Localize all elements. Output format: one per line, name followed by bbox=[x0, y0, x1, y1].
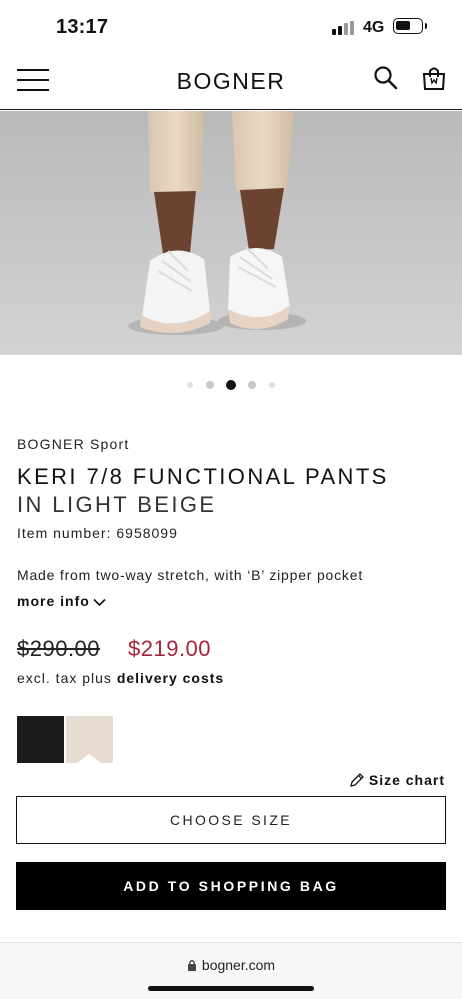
browser-address-bar: bogner.com bbox=[0, 942, 462, 999]
gallery-dot[interactable] bbox=[187, 381, 194, 388]
search-icon[interactable] bbox=[373, 65, 399, 91]
product-description: Made from two-way stretch, with ‘B’ zipp… bbox=[17, 567, 364, 583]
home-indicator[interactable] bbox=[148, 986, 314, 991]
gallery-dot[interactable] bbox=[205, 380, 214, 389]
product-brand: BOGNER Sport bbox=[17, 436, 130, 452]
pencil-icon bbox=[349, 773, 364, 787]
color-swatch-light-beige[interactable] bbox=[66, 716, 113, 763]
cellular-signal-icon bbox=[332, 21, 356, 35]
site-header: BOGNER bbox=[0, 56, 462, 110]
lock-icon bbox=[187, 960, 196, 971]
tax-note: excl. tax plus delivery costs bbox=[17, 670, 224, 686]
add-to-bag-button[interactable]: ADD TO SHOPPING BAG bbox=[16, 862, 446, 910]
more-info-label: more info bbox=[17, 593, 90, 609]
url-field[interactable]: bogner.com bbox=[0, 957, 462, 973]
gallery-pagination bbox=[0, 376, 462, 390]
chevron-down-icon bbox=[93, 598, 106, 607]
item-number: Item number: 6958099 bbox=[17, 525, 178, 541]
sale-price: $219.00 bbox=[128, 636, 212, 661]
status-bar: 13:17 4G bbox=[0, 0, 462, 56]
product-image[interactable] bbox=[0, 111, 462, 355]
gallery-dot-active[interactable] bbox=[226, 379, 236, 390]
product-photo bbox=[0, 111, 462, 355]
color-swatch-black[interactable] bbox=[17, 716, 64, 763]
gallery-dot[interactable] bbox=[248, 380, 257, 389]
shopping-bag-icon[interactable] bbox=[421, 65, 447, 91]
product-color-title: IN LIGHT BEIGE bbox=[17, 492, 217, 517]
url-text: bogner.com bbox=[201, 957, 276, 973]
original-price: $290.00 bbox=[17, 636, 101, 661]
selected-indicator bbox=[77, 754, 101, 763]
delivery-costs-link[interactable]: delivery costs bbox=[117, 670, 224, 686]
status-time: 13:17 bbox=[56, 16, 109, 38]
battery-cap bbox=[425, 23, 427, 29]
gallery-dot[interactable] bbox=[268, 381, 275, 388]
size-chart-label: Size chart bbox=[368, 772, 445, 788]
size-chart-link[interactable]: Size chart bbox=[349, 772, 445, 788]
tax-text: excl. tax plus bbox=[17, 670, 112, 686]
more-info-link[interactable]: more info bbox=[17, 593, 106, 609]
battery-icon bbox=[393, 18, 423, 34]
product-title: KERI 7/8 FUNCTIONAL PANTS bbox=[17, 464, 389, 489]
network-type: 4G bbox=[363, 19, 385, 36]
choose-size-button[interactable]: CHOOSE SIZE bbox=[16, 796, 446, 844]
